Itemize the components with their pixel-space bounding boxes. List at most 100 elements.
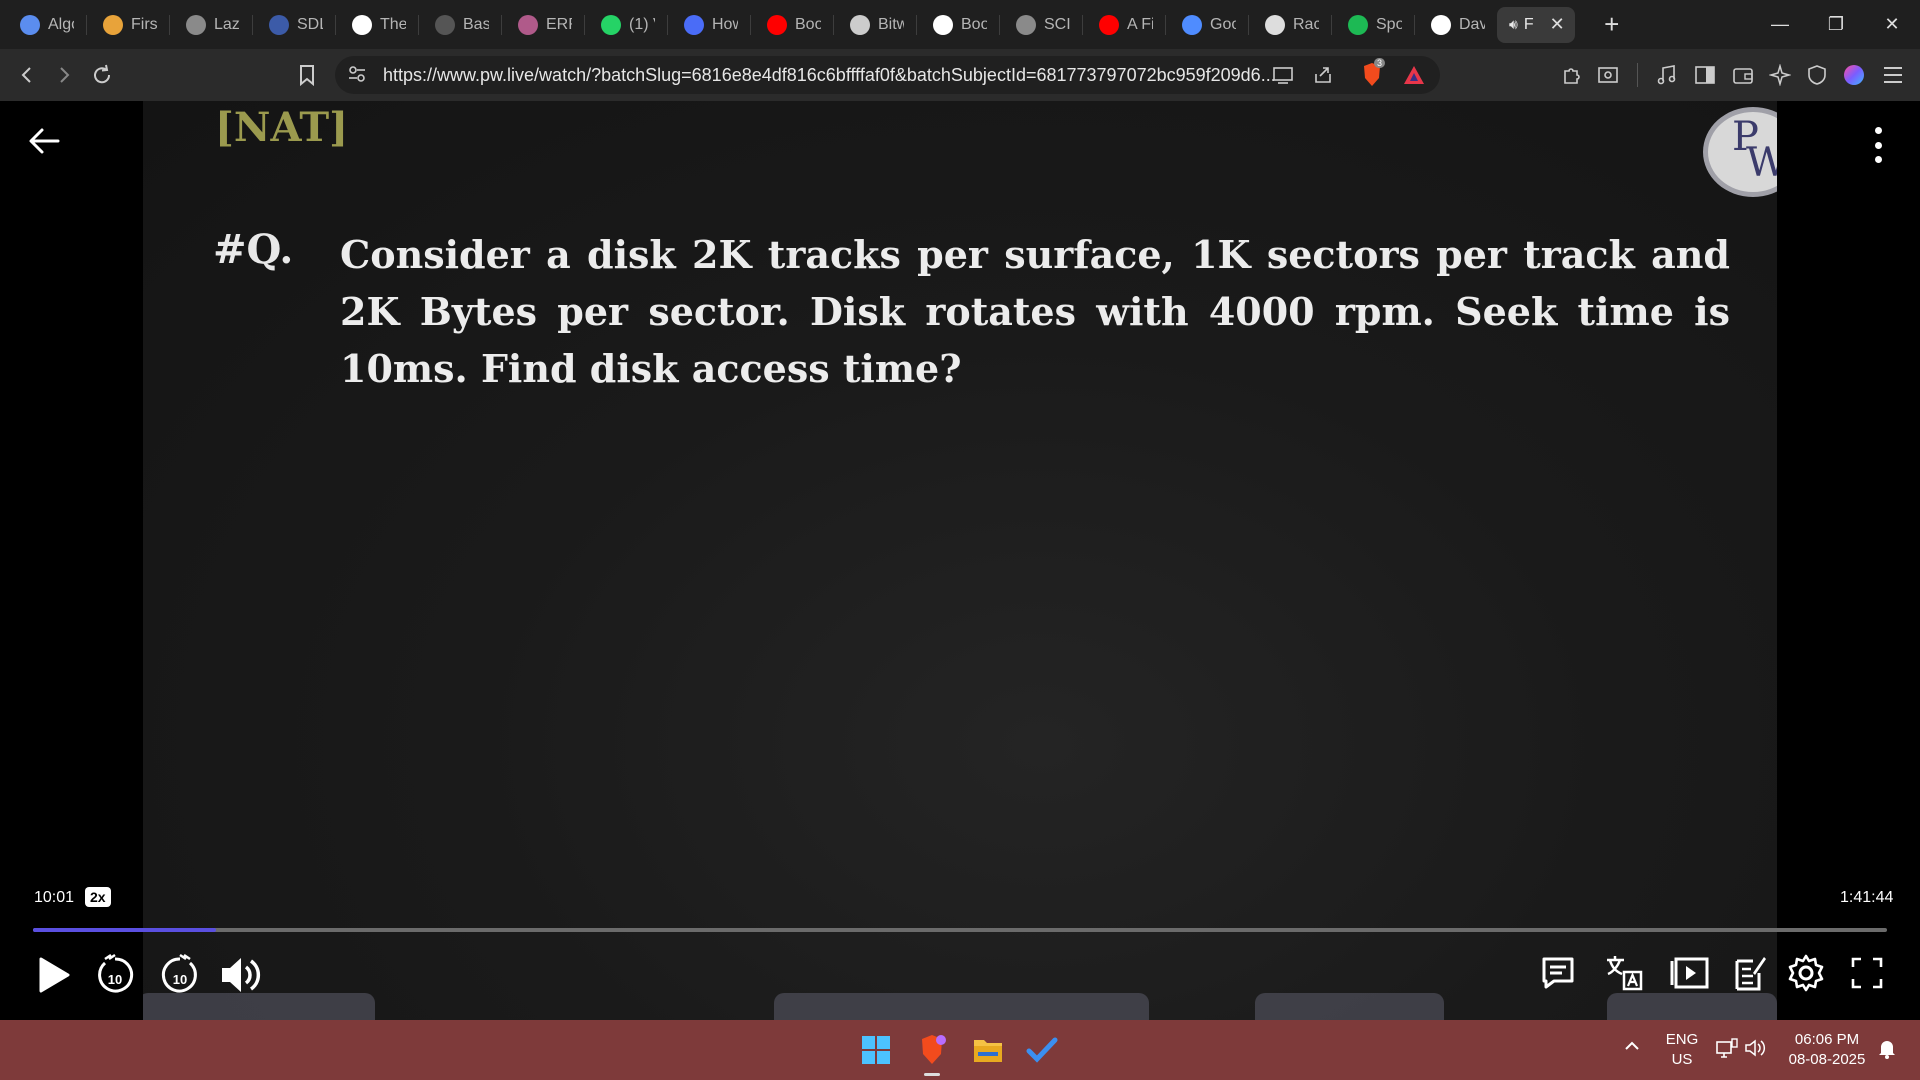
youtube-icon xyxy=(767,14,787,35)
chevron-up-icon xyxy=(1625,1041,1639,1050)
back-button[interactable] xyxy=(9,57,45,93)
globe-icon xyxy=(1016,14,1036,35)
bookmark-icon xyxy=(684,14,704,35)
fullscreen-button[interactable] xyxy=(1848,954,1886,992)
tab-title: Bitw xyxy=(878,15,904,33)
brave-taskbar-button[interactable] xyxy=(914,1032,950,1076)
tab-item[interactable]: Basi xyxy=(423,7,497,43)
reload-button[interactable] xyxy=(84,57,120,93)
tab-item[interactable]: Dav xyxy=(1419,7,1493,43)
network-icon[interactable] xyxy=(1716,1038,1738,1064)
tab-title: Rac xyxy=(1293,15,1319,33)
tab-item[interactable]: Goo xyxy=(1170,7,1244,43)
tab-title: Basi xyxy=(463,15,489,33)
play-button[interactable] xyxy=(34,953,74,997)
window-controls: — ❐ ✕ xyxy=(1752,0,1920,49)
tab-item[interactable]: SCII xyxy=(1004,7,1078,43)
bitwise-icon xyxy=(850,14,870,35)
language-indicator[interactable]: ENG US xyxy=(1660,1030,1704,1070)
cast-icon[interactable] xyxy=(1272,64,1294,91)
sidebar-toggle-icon[interactable] xyxy=(1692,62,1718,88)
tab-item[interactable]: SDL xyxy=(257,7,331,43)
tab-title: Spo xyxy=(1376,15,1402,33)
total-time: 1:41:44 xyxy=(1840,889,1894,906)
reader-icon[interactable] xyxy=(1595,62,1621,88)
file-explorer-button[interactable] xyxy=(970,1032,1006,1068)
address-bar[interactable]: https://www.pw.live/watch/?batchSlug=681… xyxy=(335,56,1440,94)
tab-item[interactable]: (1) V xyxy=(589,7,663,43)
new-tab-button[interactable]: + xyxy=(1597,9,1627,40)
tab-title: A Fi xyxy=(1127,15,1153,33)
clock[interactable]: 06:06 PM 08-08-2025 xyxy=(1782,1030,1872,1070)
volume-tray-icon[interactable] xyxy=(1744,1038,1768,1064)
tab-separator xyxy=(833,14,834,35)
site-settings-icon[interactable] xyxy=(347,64,367,89)
tab-item[interactable]: How xyxy=(672,7,746,43)
chat-icon xyxy=(1542,957,1574,989)
tab-item[interactable]: A Fi xyxy=(1087,7,1161,43)
tab-item[interactable]: ERR xyxy=(506,7,580,43)
active-indicator xyxy=(924,1073,940,1076)
whiteboard-toolbar-center xyxy=(774,993,1149,1020)
tab-separator xyxy=(86,14,87,35)
globe-icon xyxy=(186,14,206,35)
tab-item[interactable]: Boo xyxy=(921,7,995,43)
media-icon[interactable] xyxy=(1654,62,1680,88)
share-icon[interactable] xyxy=(1312,64,1334,91)
extensions-icon[interactable] xyxy=(1559,62,1585,88)
translate-button[interactable] xyxy=(1603,954,1645,992)
leo-ai-icon[interactable] xyxy=(1767,62,1793,88)
back-arrow-icon[interactable] xyxy=(26,123,62,159)
menu-icon[interactable] xyxy=(1880,62,1906,88)
brave-rewards-icon[interactable] xyxy=(1403,65,1425,90)
tab-item[interactable]: First xyxy=(91,7,165,43)
browser-toolbar: https://www.pw.live/watch/?batchSlug=681… xyxy=(0,49,1920,101)
show-hidden-icons[interactable] xyxy=(1620,1038,1644,1060)
bookmark-icon xyxy=(300,65,314,86)
notes-icon xyxy=(1735,957,1766,991)
chat-button[interactable] xyxy=(1539,954,1577,992)
tab-active[interactable]: 🔊︎ F ✕ xyxy=(1497,6,1575,43)
brave-shields-icon[interactable]: 3 xyxy=(1360,58,1386,88)
forward-10-button[interactable]: 10 xyxy=(160,953,200,997)
notification-bell-icon[interactable] xyxy=(1876,1038,1898,1066)
volume-button[interactable] xyxy=(219,953,265,997)
restore-button[interactable]: ❐ xyxy=(1808,0,1864,49)
todo-taskbar-button[interactable] xyxy=(1024,1032,1060,1068)
url-text[interactable]: https://www.pw.live/watch/?batchSlug=681… xyxy=(383,65,1276,86)
forward-button[interactable] xyxy=(46,57,82,93)
more-options-icon[interactable] xyxy=(1868,127,1888,163)
chevron-left-icon xyxy=(21,67,31,83)
tab-item[interactable]: The xyxy=(340,7,414,43)
tab-item[interactable]: Spo xyxy=(1336,7,1410,43)
notes-button[interactable] xyxy=(1732,953,1768,993)
start-button[interactable] xyxy=(858,1032,894,1068)
video-frame[interactable]: [NAT] #Q. Consider a disk 2K tracks per … xyxy=(143,101,1777,1020)
tab-item[interactable]: Boo xyxy=(755,7,829,43)
tab-item[interactable]: Bitw xyxy=(838,7,912,43)
tab-item[interactable]: Algo xyxy=(8,7,82,43)
tab-item[interactable]: Lazy xyxy=(174,7,248,43)
tab-separator xyxy=(999,14,1000,35)
vpn-icon[interactable] xyxy=(1804,62,1830,88)
mini-player-button[interactable] xyxy=(1669,954,1711,992)
tab-item[interactable]: Rac xyxy=(1253,7,1327,43)
tab-separator xyxy=(584,14,585,35)
close-tab-icon[interactable]: ✕ xyxy=(1550,14,1565,35)
playback-speed-badge[interactable]: 2x xyxy=(85,887,111,907)
forward-seconds: 10 xyxy=(172,971,188,987)
profile-avatar[interactable] xyxy=(1841,62,1867,88)
wallet-icon[interactable] xyxy=(1730,62,1756,88)
settings-button[interactable] xyxy=(1786,953,1826,993)
progress-bar[interactable] xyxy=(33,928,1887,932)
tab-title: Dav xyxy=(1459,15,1485,33)
bookmark-button[interactable] xyxy=(289,57,325,93)
minimize-button[interactable]: — xyxy=(1752,0,1808,49)
folder-icon xyxy=(974,1040,1002,1062)
logo-letter-w: W xyxy=(1746,140,1777,186)
rewind-10-button[interactable]: 10 xyxy=(95,953,135,997)
video-player[interactable]: [NAT] #Q. Consider a disk 2K tracks per … xyxy=(0,101,1920,1020)
speaker-icon[interactable]: 🔊︎ xyxy=(1509,16,1518,33)
close-window-button[interactable]: ✕ xyxy=(1864,0,1920,49)
volume-icon xyxy=(222,958,261,992)
